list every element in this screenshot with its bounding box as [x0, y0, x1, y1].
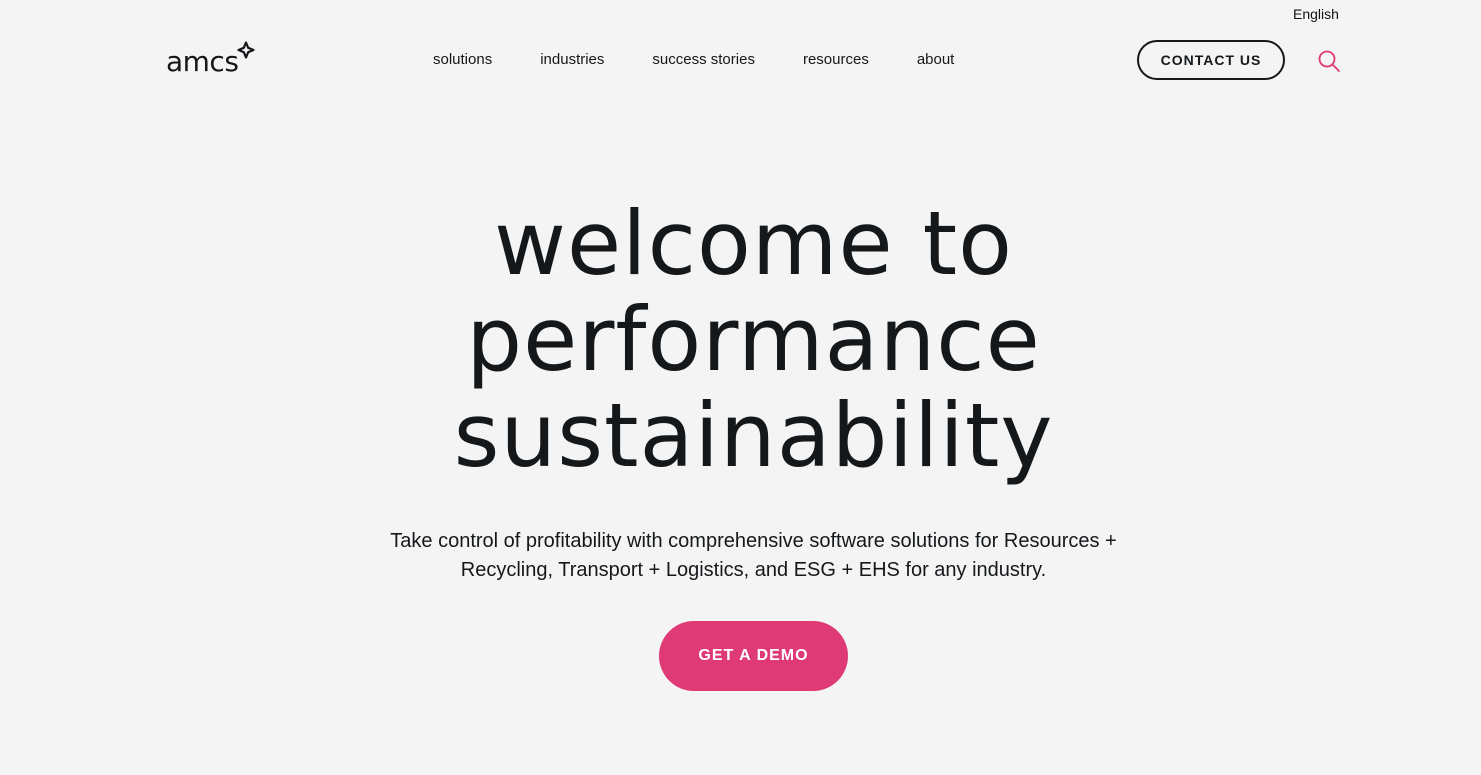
- amcs-logo[interactable]: amcs: [166, 36, 256, 78]
- nav-item-resources[interactable]: resources: [803, 51, 869, 68]
- hero-title-line: sustainability: [453, 384, 1054, 487]
- nav-item-success-stories[interactable]: success stories: [652, 51, 755, 68]
- nav-item-solutions[interactable]: solutions: [433, 51, 492, 68]
- main-nav: solutions industries success stories res…: [433, 51, 954, 68]
- nav-item-industries[interactable]: industries: [540, 51, 604, 68]
- hero-title-line: welcome to: [494, 192, 1013, 295]
- search-icon[interactable]: [1317, 49, 1341, 73]
- contact-us-button[interactable]: CONTACT US: [1137, 40, 1285, 80]
- language-selector[interactable]: English: [1293, 6, 1339, 22]
- get-a-demo-button[interactable]: GET A DEMO: [659, 621, 848, 691]
- hero-subtitle: Take control of profitability with compr…: [390, 530, 1117, 581]
- hero-title-line: performance: [466, 288, 1041, 391]
- logo-star-icon: [237, 41, 256, 59]
- nav-item-about[interactable]: about: [917, 51, 955, 68]
- hero-title: welcome to performance sustainability: [0, 196, 1481, 484]
- logo-wordmark: amcs: [166, 45, 239, 78]
